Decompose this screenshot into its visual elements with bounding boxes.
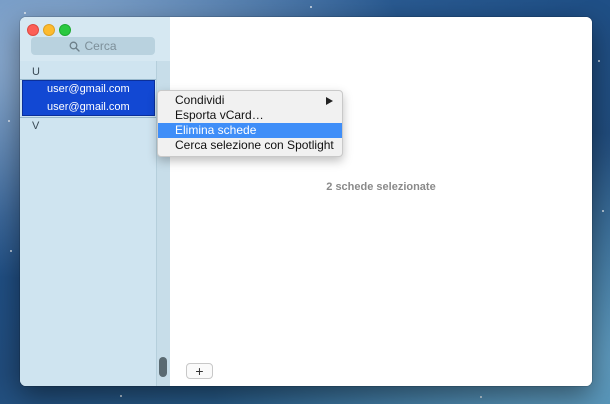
- search-icon: [70, 41, 81, 52]
- contact-list-item[interactable]: user@gmail.com: [22, 80, 155, 98]
- contacts-window: Cerca U user@gmail.com user@gmail.com V …: [20, 17, 592, 386]
- menu-item-label: Elimina schede: [175, 123, 257, 137]
- detail-pane: 2 schede selezionate +: [170, 17, 592, 386]
- context-menu: Condividi Esporta vCard… Elimina schede …: [157, 90, 343, 157]
- menu-item-export-vcard[interactable]: Esporta vCard…: [158, 108, 342, 123]
- menu-item-spotlight-search[interactable]: Cerca selezione con Spotlight: [158, 138, 342, 153]
- minimize-button[interactable]: [43, 24, 55, 36]
- selection-status: 2 schede selezionate: [326, 181, 436, 193]
- section-header-v: V: [20, 117, 158, 133]
- zoom-button[interactable]: [59, 24, 71, 36]
- sidebar: Cerca U user@gmail.com user@gmail.com V: [20, 17, 170, 386]
- menu-item-label: Esporta vCard…: [175, 108, 264, 122]
- submenu-arrow-icon: [326, 97, 333, 105]
- sidebar-titlebar: Cerca: [20, 17, 170, 61]
- contact-list-item[interactable]: user@gmail.com: [22, 98, 155, 116]
- search-input[interactable]: Cerca: [31, 37, 155, 55]
- menu-item-label: Condividi: [175, 93, 225, 107]
- scrollbar-thumb[interactable]: [159, 357, 167, 377]
- menu-item-share[interactable]: Condividi: [158, 93, 342, 108]
- close-button[interactable]: [27, 24, 39, 36]
- section-header-u: U: [32, 66, 40, 78]
- menu-item-label: Cerca selezione con Spotlight: [175, 138, 334, 152]
- search-placeholder: Cerca: [84, 39, 117, 53]
- menu-item-delete-cards[interactable]: Elimina schede: [158, 123, 342, 138]
- add-contact-button[interactable]: +: [186, 363, 213, 379]
